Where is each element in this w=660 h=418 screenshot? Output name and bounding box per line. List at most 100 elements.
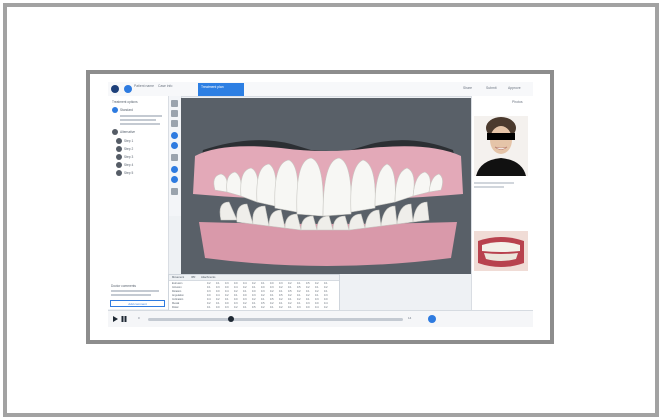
rotate-icon[interactable] — [171, 100, 178, 107]
option-alternative-label[interactable]: Alternative — [120, 130, 135, 134]
table-cell: 0.0 — [234, 298, 238, 301]
app-logo-icon[interactable] — [111, 85, 119, 93]
table-cell: 0.3 — [315, 298, 319, 301]
table-cell: 0.4 — [225, 290, 229, 293]
table-cell: 0.1 — [207, 306, 211, 309]
intraoral-photo[interactable] — [474, 231, 528, 271]
table-cell: 0.2 — [279, 298, 283, 301]
row-label: Intrusion — [172, 286, 182, 289]
upper-jaw-icon[interactable] — [171, 132, 178, 139]
divider — [111, 290, 159, 292]
patient-face-photo[interactable] — [474, 116, 528, 176]
play-icon[interactable] — [112, 316, 118, 322]
divider — [474, 186, 504, 188]
patient-avatar[interactable] — [124, 85, 132, 93]
table-cell: 0.3 — [279, 282, 283, 285]
table-cell: 0.1 — [216, 282, 220, 285]
step-label[interactable]: Step 4 — [124, 163, 133, 167]
table-cell: 0.2 — [207, 282, 211, 285]
pause-icon[interactable] — [121, 316, 127, 322]
table-cell: 0.2 — [288, 294, 292, 297]
table-cell: 0.2 — [252, 282, 256, 285]
table-cell: 0.2 — [234, 306, 238, 309]
step-label[interactable]: Step 1 — [124, 139, 133, 143]
submit-button[interactable]: Submit — [486, 86, 497, 90]
table-cell: 0.5 — [279, 294, 283, 297]
table-cell: 0.0 — [234, 282, 238, 285]
timeline-track[interactable] — [148, 318, 403, 321]
table-header: Movement IPR Attachments — [169, 275, 339, 281]
table-cell: 0.2 — [261, 306, 265, 309]
table-cell: 0.2 — [324, 286, 328, 289]
table-cell: 0.5 — [288, 290, 292, 293]
share-button[interactable]: Share — [463, 86, 472, 90]
table-cell: 0.2 — [261, 294, 265, 297]
step-label[interactable]: Step 2 — [124, 147, 133, 151]
row-label: Angulation — [172, 294, 184, 297]
intraoral-image — [474, 231, 528, 271]
step-icon[interactable] — [116, 170, 122, 176]
table-cell: 0.1 — [315, 286, 319, 289]
table-cell: 0.3 — [234, 302, 238, 305]
tab-treatment-plan[interactable]: Treatment plan — [198, 83, 244, 96]
table-cell: 0.4 — [207, 298, 211, 301]
row-label: Inclination — [172, 298, 184, 301]
table-cell: 0.3 — [306, 302, 310, 305]
table-cell: 0.1 — [324, 282, 328, 285]
table-cell: 0.2 — [279, 306, 283, 309]
settings-icon[interactable] — [171, 188, 178, 195]
table-cell: 0.3 — [270, 286, 274, 289]
3d-viewport[interactable] — [181, 98, 471, 274]
table-cell: 0.1 — [306, 290, 310, 293]
table-cell: 0.3 — [207, 290, 211, 293]
table-cell: 0.4 — [234, 286, 238, 289]
table-cell: 0.2 — [252, 298, 256, 301]
option-standard-icon[interactable] — [112, 107, 118, 113]
movement-table: Movement IPR Attachments Extrusion Intru… — [168, 274, 340, 314]
table-cell: 0.1 — [324, 290, 328, 293]
table-cell: 0.1 — [297, 302, 301, 305]
divider — [474, 182, 514, 184]
step-label[interactable]: Step 3 — [124, 155, 133, 159]
grid-icon[interactable] — [171, 154, 178, 161]
option-standard-label[interactable]: Standard — [120, 108, 133, 112]
table-cell: 0.0 — [225, 286, 229, 289]
step-icon[interactable] — [116, 154, 122, 160]
front-view-icon[interactable] — [171, 166, 178, 173]
option-alternative-icon[interactable] — [112, 129, 118, 135]
row-label: Distal — [172, 306, 179, 309]
table-cell: 0.1 — [297, 294, 301, 297]
add-comment-button[interactable]: Add comment — [110, 300, 165, 307]
table-cell: 0.2 — [297, 298, 301, 301]
table-cell: 0.2 — [207, 302, 211, 305]
tab-attachments[interactable]: Attachments — [201, 276, 215, 279]
timeline-start: 0 — [138, 316, 140, 320]
step-icon[interactable] — [116, 162, 122, 168]
divider — [111, 294, 151, 296]
screenshot-frame: Patient name Case info Treatment plan Sh… — [86, 70, 554, 344]
row-label: Rotation — [172, 290, 182, 293]
view-toggle-button[interactable] — [428, 315, 436, 323]
table-cell: 0.2 — [243, 286, 247, 289]
table-cell: 0.3 — [243, 298, 247, 301]
pan-icon[interactable] — [171, 120, 178, 127]
timeline-handle[interactable] — [228, 316, 234, 322]
footer-note: Doctor comments — [111, 284, 136, 288]
tab-movement[interactable]: Movement — [172, 276, 184, 279]
zoom-icon[interactable] — [171, 110, 178, 117]
table-cell: 0.1 — [279, 290, 283, 293]
top-bar: Patient name Case info Treatment plan Sh… — [108, 82, 533, 97]
table-cell: 0.1 — [225, 298, 229, 301]
step-icon[interactable] — [116, 138, 122, 144]
step-label[interactable]: Step 5 — [124, 171, 133, 175]
step-icon[interactable] — [116, 146, 122, 152]
table-cell: 0.2 — [234, 290, 238, 293]
approve-button[interactable]: Approve — [508, 86, 521, 90]
row-label: Mesial — [172, 302, 180, 305]
table-cell: 0.2 — [324, 306, 328, 309]
table-cell: 0.5 — [270, 298, 274, 301]
tab-ipr[interactable]: IPR — [191, 276, 195, 279]
table-cell: 0.1 — [252, 286, 256, 289]
lower-jaw-icon[interactable] — [171, 142, 178, 149]
side-view-icon[interactable] — [171, 176, 178, 183]
